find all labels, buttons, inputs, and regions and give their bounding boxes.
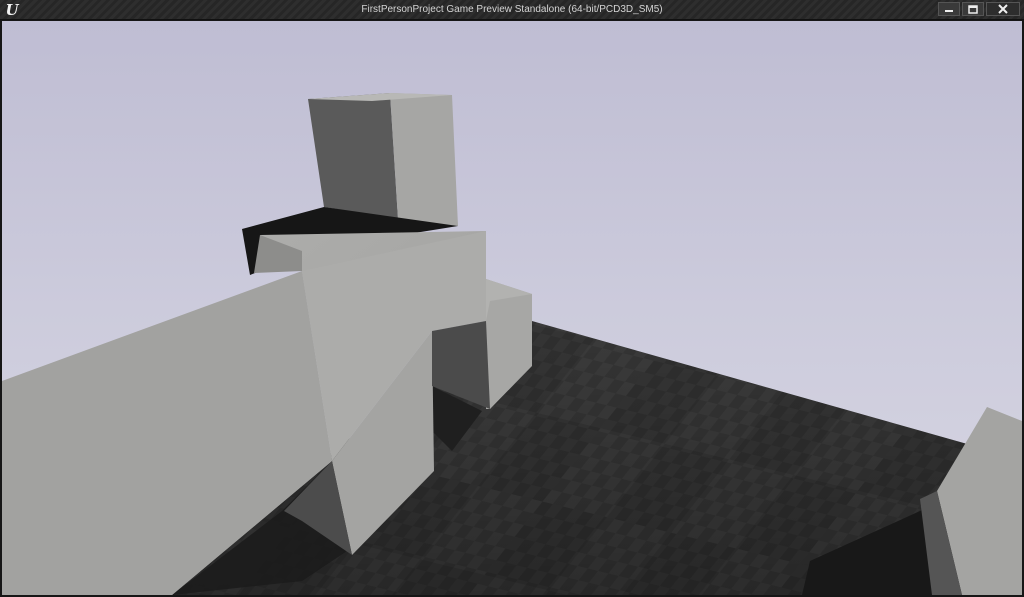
maximize-icon [968, 4, 978, 14]
close-icon [998, 4, 1008, 14]
title-bar[interactable]: U FirstPersonProject Game Preview Standa… [0, 0, 1024, 20]
scene-render [2, 21, 1022, 595]
minimize-icon [945, 10, 953, 12]
game-viewport[interactable] [2, 21, 1022, 595]
game-window: U FirstPersonProject Game Preview Standa… [0, 0, 1024, 597]
window-controls [938, 2, 1020, 17]
unreal-engine-logo-icon[interactable]: U [3, 2, 21, 18]
close-button[interactable] [986, 2, 1020, 16]
window-title: FirstPersonProject Game Preview Standalo… [361, 4, 663, 15]
minimize-button[interactable] [938, 2, 960, 16]
maximize-button[interactable] [962, 2, 984, 16]
gray-box-block-tall [308, 93, 458, 226]
